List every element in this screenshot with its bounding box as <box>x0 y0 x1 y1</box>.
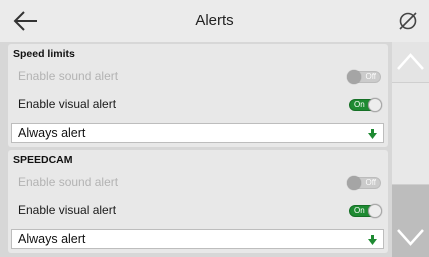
section-speed-limits: Speed limits Enable sound alert Off Enab… <box>8 44 388 147</box>
dropdown-arrow-icon <box>368 235 377 245</box>
no-entry-icon <box>399 12 417 30</box>
section-speedcam: SPEEDCAM Enable sound alert Off Enable v… <box>8 150 388 253</box>
dropdown-arrow-icon <box>368 129 377 139</box>
dropdown-value: Always alert <box>18 232 86 246</box>
alert-mode-dropdown[interactable]: Always alert <box>11 123 384 143</box>
scroll-track[interactable] <box>392 82 429 217</box>
section-title: Speed limits <box>13 48 75 60</box>
scroll-thumb[interactable] <box>392 82 429 185</box>
scrollbar[interactable] <box>392 42 429 257</box>
page-title: Alerts <box>195 12 234 29</box>
visual-alert-toggle[interactable]: On <box>347 204 382 218</box>
chevron-down-icon <box>397 229 424 246</box>
sound-alert-label: Enable sound alert <box>18 69 119 83</box>
toggle-state-text: Off <box>365 72 376 81</box>
header-bar: Alerts <box>0 0 429 42</box>
no-entry-button[interactable] <box>398 11 418 31</box>
sound-alert-toggle: Off <box>347 176 382 190</box>
toggle-state-text: On <box>354 100 365 109</box>
alert-mode-dropdown[interactable]: Always alert <box>11 229 384 249</box>
visual-alert-label: Enable visual alert <box>18 203 117 217</box>
toggle-state-text: On <box>354 206 365 215</box>
scroll-up-button[interactable] <box>392 42 429 82</box>
section-title: SPEEDCAM <box>13 154 73 166</box>
settings-list: Speed limits Enable sound alert Off Enab… <box>8 42 388 257</box>
visual-alert-toggle[interactable]: On <box>347 98 382 112</box>
sound-alert-label: Enable sound alert <box>18 175 119 189</box>
scroll-down-button[interactable] <box>392 217 429 257</box>
toggle-state-text: Off <box>365 178 376 187</box>
visual-alert-label: Enable visual alert <box>18 97 117 111</box>
dropdown-value: Always alert <box>18 126 86 140</box>
sound-alert-toggle: Off <box>347 70 382 84</box>
chevron-up-icon <box>397 53 424 70</box>
